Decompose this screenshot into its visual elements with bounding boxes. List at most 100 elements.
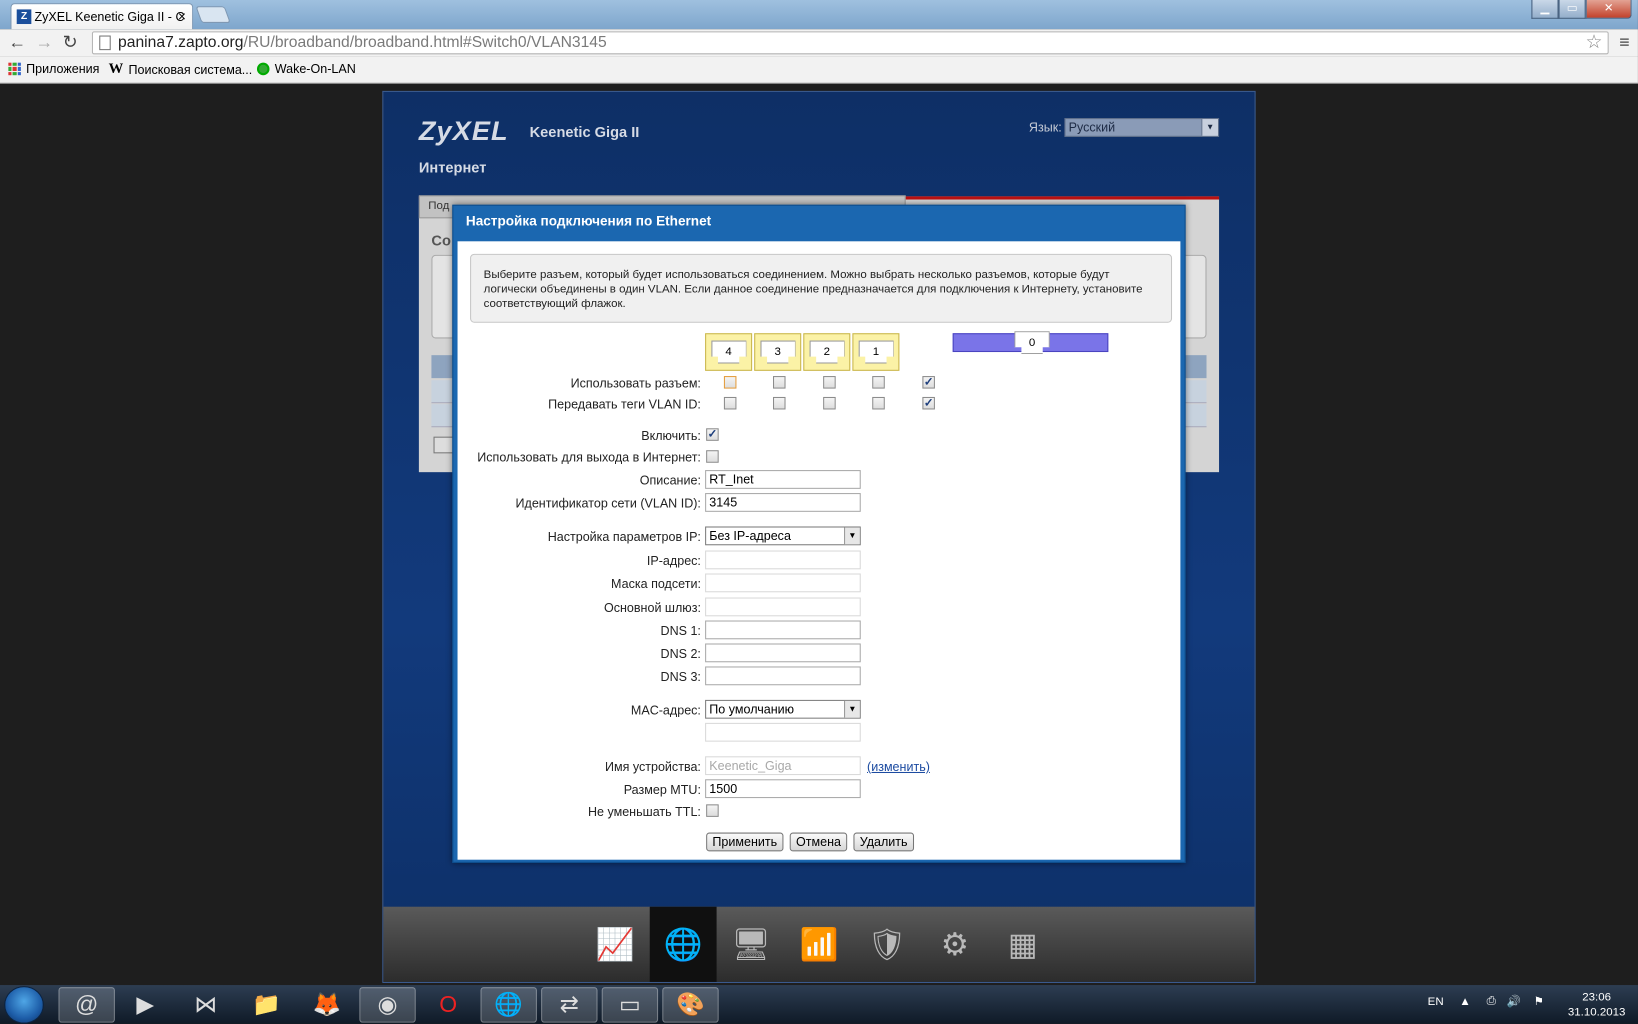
use-port-0-checkbox[interactable]: ✓ [922,376,935,389]
bookmark-search[interactable]: W Поисковая система... [109,62,253,79]
apps-grid-icon [8,62,21,76]
computers-icon[interactable]: 🖥 [718,907,785,982]
action-center-flag-icon[interactable]: ⚑ [1534,994,1544,1009]
chrome-taskbar-icon[interactable]: ◉ [359,987,416,1023]
background-section-title: Со [431,231,451,249]
ethernet-settings-dialog: Настройка подключения по Ethernet Выбери… [452,204,1186,863]
dns1-input[interactable] [705,620,861,640]
cancel-button[interactable]: Отмена [789,832,848,852]
tab-close-icon[interactable]: × [178,4,186,29]
forward-icon[interactable]: → [36,33,54,52]
firefox-taskbar-icon[interactable]: 🦊 [299,987,355,1023]
internet-label: Использовать для выхода в Интернет: [477,450,701,465]
port-label: 0 [1014,331,1050,355]
new-tab-button[interactable] [195,6,231,23]
paint-taskbar-icon[interactable]: 🎨 [662,987,719,1023]
start-button[interactable] [4,986,44,1024]
opera-taskbar-icon[interactable]: O [420,987,476,1023]
use-port-4-checkbox[interactable] [723,376,737,389]
ip-settings-label: Настройка параметров IP: [547,529,701,545]
tray-arrow-icon[interactable]: ▲ [1459,996,1470,1009]
globe-taskbar-icon[interactable]: 🌐 [480,987,537,1023]
clock[interactable]: 23:06 31.10.2013 [1568,990,1626,1019]
vlan-id-label: Идентификатор сети (VLAN ID): [515,496,701,511]
port-3[interactable]: 3 [754,333,802,371]
cmd-taskbar-icon[interactable]: ▭ [601,987,659,1023]
dns3-input[interactable] [705,666,861,686]
delete-button[interactable]: Удалить [853,832,914,852]
windows-taskbar: @ ▶ ⋈ 📁 🦊 ◉ O 🌐 ⇄ ▭ 🎨 EN ▲ ⎙ 🔊 ⚑ 23:06 3… [0,985,1638,1024]
port-label: 3 [759,340,796,364]
visual-studio-taskbar-icon[interactable]: ⋈ [178,987,234,1023]
port-0[interactable]: 0 [952,331,1109,355]
url-path: /RU/broadband/broadband.html#Switch0/VLA… [243,33,607,52]
globe-icon[interactable]: 🌐 [649,906,717,982]
language-select[interactable]: Русский ▼ [1064,118,1220,137]
explorer-taskbar-icon[interactable]: 📁 [238,987,294,1023]
monitor-icon[interactable]: 📈 [582,907,649,982]
internet-checkbox[interactable] [706,450,719,463]
vlan-tag-0-checkbox[interactable]: ✓ [922,396,935,410]
shield-icon[interactable]: 🛡 [853,907,920,982]
back-icon[interactable]: ← [8,33,26,52]
enable-label: Включить: [641,428,701,443]
browser-titlebar: Z ZyXEL Keenetic Giga II - С × ▁ ▭ ✕ [0,0,1638,30]
maximize-icon[interactable]: ▭ [1558,0,1586,19]
apply-button[interactable]: Применить [706,832,784,852]
reload-icon[interactable]: ↻ [63,33,78,52]
gear-icon[interactable]: ⚙ [921,907,988,982]
bookmark-label: Wake-On-LAN [274,61,356,77]
language-value: Русский [1068,120,1116,135]
bookmark-apps[interactable]: Приложения [8,61,100,77]
close-window-icon[interactable]: ✕ [1585,0,1632,19]
dns2-input[interactable] [705,643,861,663]
bookmark-label: Приложения [26,61,100,77]
browser-tab[interactable]: Z ZyXEL Keenetic Giga II - С × [10,3,194,30]
language-indicator[interactable]: EN [1428,996,1444,1009]
network-icon[interactable]: ⎙ [1487,994,1496,1008]
dns1-label: DNS 1: [660,623,701,639]
ttl-checkbox[interactable] [706,804,719,817]
ip-input[interactable] [705,550,861,570]
volume-icon[interactable]: 🔊 [1507,994,1521,1009]
mac-select[interactable]: По умолчанию ▼ [705,699,861,719]
use-port-2-checkbox[interactable] [823,376,836,389]
use-port-3-checkbox[interactable] [773,376,786,389]
use-port-1-checkbox[interactable] [872,376,885,389]
address-bar[interactable]: panina7.zapto.org/RU/broadband/broadband… [91,31,1609,55]
gateway-input[interactable] [705,597,861,617]
port-1[interactable]: 1 [852,333,900,371]
port-4[interactable]: 4 [705,333,753,371]
ip-settings-select[interactable]: Без IP-адреса ▼ [705,526,861,546]
mask-input[interactable] [705,573,861,593]
vlan-tag-4-checkbox[interactable] [723,396,737,410]
signal-icon[interactable]: 📶 [786,907,853,982]
page-title: Интернет [418,158,487,176]
mail-agent-taskbar-icon[interactable]: @ [58,987,115,1023]
language-label: Язык: [1028,120,1062,135]
vlan-tag-2-checkbox[interactable] [823,396,836,410]
menu-icon[interactable]: ≡ [1619,32,1629,53]
window-controls: ▁ ▭ ✕ [1531,0,1632,19]
dialog-body: Выберите разъем, который будет использов… [457,241,1181,860]
vlan-tag-3-checkbox[interactable] [773,396,786,410]
minimize-icon[interactable]: ▁ [1531,0,1559,19]
media-player-taskbar-icon[interactable]: ▶ [117,987,173,1023]
mac-custom-input[interactable] [705,722,861,742]
enable-checkbox[interactable]: ✓ [706,428,719,441]
teamviewer-taskbar-icon[interactable]: ⇄ [541,987,598,1023]
apps-icon[interactable]: ▦ [989,907,1056,982]
port-2[interactable]: 2 [803,333,851,371]
mask-label: Маска подсети: [611,576,701,592]
dns2-label: DNS 2: [660,646,701,662]
change-device-name-link[interactable]: (изменить) [867,759,930,774]
device-name-input[interactable]: Keenetic_Giga [705,756,861,776]
mtu-input[interactable]: 1500 [705,779,861,799]
bookmark-wol[interactable]: Wake-On-LAN [256,61,356,77]
description-input[interactable]: RT_Inet [705,470,861,489]
bookmark-star-icon[interactable]: ☆ [1586,31,1603,53]
url-host: panina7.zapto.org [118,33,244,52]
description-label: Описание: [639,473,701,488]
vlan-id-input[interactable]: 3145 [705,493,861,512]
vlan-tag-1-checkbox[interactable] [872,396,885,410]
